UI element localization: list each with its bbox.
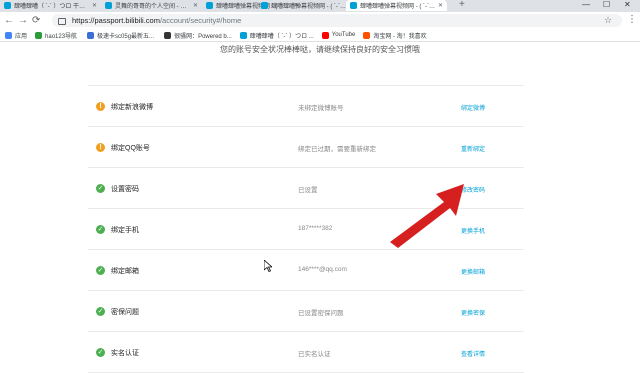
check-icon: ✓ xyxy=(96,348,105,357)
bookmark-apps[interactable]: 应用 xyxy=(5,31,27,40)
item-name: 设置密码 xyxy=(111,186,139,193)
item-name: 绑定QQ账号 xyxy=(111,145,150,152)
maximize-button[interactable]: ☐ xyxy=(603,0,610,9)
item-name: 绑定新浪微博 xyxy=(111,104,153,111)
bilibili-favicon-icon xyxy=(4,2,11,9)
item-info: 未绑定微博账号 xyxy=(298,105,344,112)
bookmark-label: 肆嘈肆嘈（ ´-` ）つロ ... xyxy=(249,33,314,40)
apps-grid-icon xyxy=(5,31,12,39)
hao123-icon xyxy=(35,31,43,39)
list-item: ✓ 实名认证 已实名认证 查看详情 xyxy=(88,332,524,373)
item-name: 绑定邮箱 xyxy=(111,268,139,275)
browser-tab[interactable]: 肆嘈肆嘈（ ´-` ）つロ 干杯~-bili ✕ xyxy=(0,0,101,11)
check-icon: ✓ xyxy=(96,307,105,316)
gear-icon xyxy=(87,31,95,39)
browser-tab[interactable]: 肆嘈肆嘈弹幕视频网 - ( ´-` )つロ ✕ xyxy=(257,0,358,11)
bookmark-item[interactable]: 极速卡sc05g最新五... xyxy=(87,31,154,40)
browser-tab-active[interactable]: 肆嘈肆嘈弹幕视频网 - ( ´-` )つロ ✕ xyxy=(346,0,447,11)
browser-tab[interactable]: 灵舞的哥哥的个人空间 - 肆嘈肆 ✕ xyxy=(101,0,202,11)
item-name: 密保问题 xyxy=(111,309,139,316)
bookmark-label: YouTube xyxy=(331,32,356,38)
toolbar: ← → ⟳ https://passport.bilibili.com /acc… xyxy=(0,12,640,29)
check-icon: ✓ xyxy=(96,225,105,234)
mouse-cursor-icon xyxy=(264,260,272,272)
item-info: 已设置密保问题 xyxy=(298,310,344,317)
bookmark-item[interactable]: 肆嘈肆嘈（ ´-` ）つロ ... xyxy=(239,31,314,40)
list-item: ✓ 绑定邮箱 146****@qq.com 更换邮箱 xyxy=(88,250,524,291)
bookmark-star-icon[interactable]: ☆ xyxy=(604,15,612,26)
bilibili-favicon-icon xyxy=(261,2,268,9)
address-bar[interactable]: https://passport.bilibili.com /account/s… xyxy=(52,14,622,27)
list-item: ! 绑定QQ账号 绑定已过期，需要重新绑定 重新绑定 xyxy=(88,127,524,168)
item-name: 实名认证 xyxy=(111,350,139,357)
security-status-heading: 您的账号安全状况棒棒哒，请继续保持良好的安全习惯哦 xyxy=(220,45,420,54)
site-icon xyxy=(164,31,172,39)
item-info: 146****@qq.com xyxy=(298,266,347,273)
bookmark-item[interactable]: 淘宝网 - 淘！我喜欢 xyxy=(363,31,427,40)
item-info: 已设置 xyxy=(298,187,318,194)
bilibili-favicon-icon xyxy=(105,2,112,9)
check-icon: ✓ xyxy=(96,266,105,275)
back-arrow-icon[interactable]: ← xyxy=(4,15,14,26)
rebind-qq-link[interactable]: 重新绑定 xyxy=(461,144,485,153)
bookmark-item[interactable]: hao123导航 xyxy=(35,31,77,40)
view-realname-details-link[interactable]: 查看详情 xyxy=(461,349,485,358)
bookmark-label: 应用 xyxy=(15,33,28,40)
tab-strip: 肆嘈肆嘈（ ´-` ）つロ 干杯~-bili ✕ 灵舞的哥哥的个人空间 - 肆嘈… xyxy=(0,0,640,12)
bookmark-label: hao123导航 xyxy=(45,33,78,40)
bookmark-label: 极速卡sc05g最新五... xyxy=(97,33,155,40)
new-tab-button[interactable]: + xyxy=(459,0,465,10)
warning-icon: ! xyxy=(96,143,105,152)
bookmark-item[interactable]: 很骚网：Powered b... xyxy=(164,31,232,40)
forward-arrow-icon[interactable]: → xyxy=(18,15,28,26)
list-item: ✓ 密保问题 已设置密保问题 更换密保 xyxy=(88,291,524,332)
annotation-arrow-icon xyxy=(390,184,464,248)
url-host: https://passport.bilibili.com xyxy=(72,16,160,25)
item-info: 绑定已过期，需要重新绑定 xyxy=(298,146,376,153)
youtube-icon xyxy=(321,31,329,39)
bookmark-label: 很骚网：Powered b... xyxy=(174,33,232,40)
change-security-question-link[interactable]: 更换密保 xyxy=(461,308,485,317)
bind-weibo-link[interactable]: 绑定微博 xyxy=(461,103,485,112)
close-tab-icon[interactable]: ✕ xyxy=(438,2,443,9)
bookmarks-bar: 应用 hao123导航 极速卡sc05g最新五... 很骚网：Powered b… xyxy=(0,29,640,42)
reload-icon[interactable]: ⟳ xyxy=(32,15,40,26)
tab-title: 灵舞的哥哥的个人空间 - 肆嘈肆 xyxy=(115,4,191,10)
taobao-icon xyxy=(363,31,371,39)
tab-title: 肆嘈肆嘈弹幕视频网 - ( ´-` )つロ xyxy=(271,4,347,10)
bilibili-favicon-icon xyxy=(206,2,213,9)
change-email-link[interactable]: 更换邮箱 xyxy=(461,267,485,276)
warning-icon: ! xyxy=(96,102,105,111)
close-tab-icon[interactable]: ✕ xyxy=(92,2,97,9)
item-info: 187*****382 xyxy=(298,225,333,232)
bilibili-favicon-icon xyxy=(239,31,247,39)
close-window-button[interactable]: ✕ xyxy=(624,0,631,9)
close-tab-icon[interactable]: ✕ xyxy=(193,2,198,9)
minimize-button[interactable]: — xyxy=(582,0,590,9)
bilibili-favicon-icon xyxy=(350,2,357,9)
bookmark-item[interactable]: YouTube xyxy=(321,31,356,39)
tab-title: 肆嘈肆嘈（ ´-` ）つロ 干杯~-bili xyxy=(14,4,90,10)
item-info: 已实名认证 xyxy=(298,351,331,358)
url-path: /account/security#/home xyxy=(159,16,242,25)
list-item: ! 绑定新浪微博 未绑定微博账号 绑定微博 xyxy=(88,85,524,127)
tab-title: 肆嘈肆嘈弹幕视频网 - ( ´-` )つロ xyxy=(360,4,436,10)
more-menu-icon[interactable]: ⋮ xyxy=(627,14,637,25)
item-name: 绑定手机 xyxy=(111,227,139,234)
lock-icon xyxy=(58,18,66,25)
bookmark-label: 淘宝网 - 淘！我喜欢 xyxy=(373,33,427,40)
check-icon: ✓ xyxy=(96,184,105,193)
